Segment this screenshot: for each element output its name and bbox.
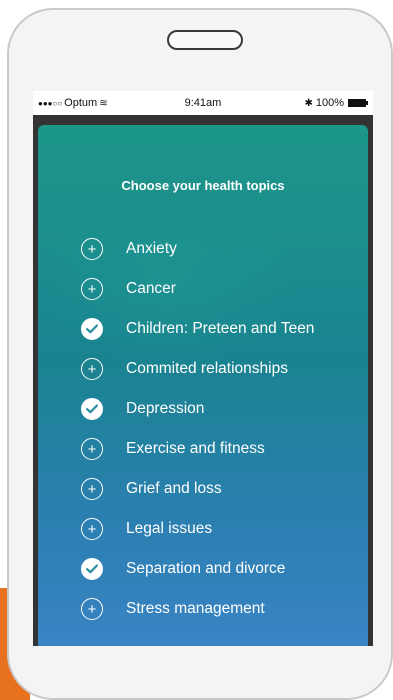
topic-label: Grief and loss [126,480,222,497]
topic-label: Commited relationships [126,360,288,377]
status-bar: ●●●○○ Optum ≋ 9:41am ✱ 100% [33,91,373,115]
topic-label: Exercise and fitness [126,440,265,457]
topic-item[interactable]: + Anxiety [81,236,177,262]
topic-item[interactable]: Children: Preteen and Teen [81,316,314,342]
topic-item[interactable]: Depression [81,396,204,422]
topic-label: Children: Preteen and Teen [126,320,315,337]
battery-icon [348,99,368,107]
status-right: ✱ 100% [304,97,368,109]
topic-label: Cancer [126,280,176,297]
topic-label: Anxiety [126,240,177,257]
check-circle-icon[interactable] [81,558,103,580]
topics-panel: Choose your health topics + Anxiety + Cance… [38,125,368,646]
battery-percent: 100% [315,97,344,109]
topic-item[interactable]: + Legal issues [81,516,212,542]
topic-label: Depression [126,400,205,417]
topic-item[interactable]: + Stress management [81,596,265,622]
topic-item[interactable]: Separation and divorce [81,556,285,582]
plus-circle-icon[interactable]: + [81,278,103,300]
plus-circle-icon[interactable]: + [81,358,103,380]
topic-label: Separation and divorce [126,560,286,577]
bluetooth-icon: ✱ [304,97,313,109]
topic-label: Stress management [126,600,265,617]
speaker-slot [167,30,243,50]
topic-item[interactable]: + Grief and loss [81,476,222,502]
phone-screen: ●●●○○ Optum ≋ 9:41am ✱ 100% Choose your … [33,91,373,646]
panel-title: Choose your health topics [121,178,285,193]
plus-circle-icon[interactable]: + [81,238,103,260]
check-circle-icon[interactable] [81,398,103,420]
plus-circle-icon[interactable]: + [81,478,103,500]
phone-frame: ●●●○○ Optum ≋ 9:41am ✱ 100% Choose your … [7,8,393,700]
topic-item[interactable]: + Cancer [81,276,176,302]
plus-circle-icon[interactable]: + [81,438,103,460]
stage: ●●●○○ Optum ≋ 9:41am ✱ 100% Choose your … [0,0,393,700]
check-circle-icon[interactable] [81,318,103,340]
topic-item[interactable]: + Commited relationships [81,356,288,382]
topic-item[interactable]: + Exercise and fitness [81,436,265,462]
plus-circle-icon[interactable]: + [81,518,103,540]
plus-circle-icon[interactable]: + [81,598,103,620]
topic-label: Legal issues [126,520,213,537]
